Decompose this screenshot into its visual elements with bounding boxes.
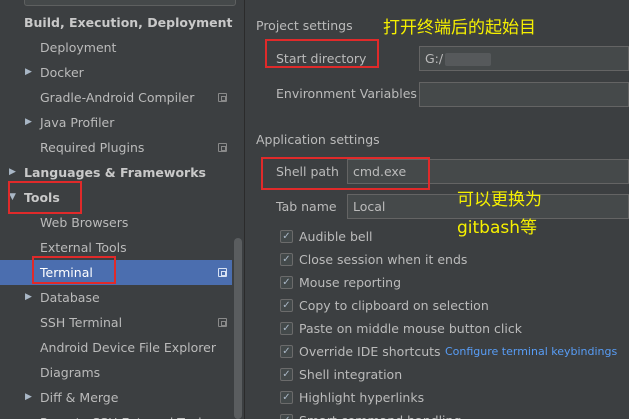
option-label: Copy to clipboard on selection	[299, 298, 489, 313]
panel-divider[interactable]	[244, 0, 245, 419]
checkbox[interactable]: ✓	[280, 230, 293, 243]
sidebar-item[interactable]: ▶ Database	[0, 285, 236, 310]
sidebar-item-label: SSH Terminal	[40, 315, 123, 330]
option-label: Close session when it ends	[299, 252, 468, 267]
annotation-box-start-directory	[265, 39, 379, 68]
sidebar-item-label: Diff & Merge	[40, 390, 119, 405]
annotation-shell-note-line1: 可以更换为	[457, 190, 542, 210]
sidebar-item[interactable]: SSH Terminal	[0, 310, 236, 335]
sidebar-item-label: Android Device File Explorer	[40, 340, 216, 355]
start-directory-value: G:/	[425, 51, 444, 66]
sidebar-item[interactable]: Gradle-Android Compiler	[0, 85, 236, 110]
project-level-icon	[218, 268, 227, 277]
sidebar-item[interactable]: Android Device File Explorer	[0, 335, 236, 360]
annotation-start-dir-note: 打开终端后的起始目	[383, 18, 536, 38]
option-label: Paste on middle mouse button click	[299, 321, 522, 336]
sidebar-item-label: Deployment	[40, 40, 117, 55]
sidebar-item[interactable]: Required Plugins	[0, 135, 236, 160]
annotation-box-shell-path	[261, 157, 430, 190]
sidebar-item-label: Docker	[40, 65, 84, 80]
sidebar-item[interactable]: Build, Execution, Deployment	[0, 10, 236, 35]
option-label: Smart command handling	[299, 411, 461, 419]
sidebar-item[interactable]: Deployment	[0, 35, 236, 60]
checkbox[interactable]: ✓	[280, 299, 293, 312]
expand-arrow-right-icon[interactable]: ▶	[25, 60, 32, 85]
sidebar-search-box[interactable]	[24, 0, 236, 6]
start-directory-field[interactable]: G:/	[419, 46, 629, 71]
option-label: Shell integration	[299, 367, 403, 382]
configure-keybindings-link[interactable]: Configure terminal keybindings	[445, 345, 617, 358]
annotation-shell-note-line2: gitbash等	[457, 218, 538, 238]
sidebar-item[interactable]: Remote SSH External Tools	[0, 410, 236, 419]
option-label: Mouse reporting	[299, 275, 402, 290]
sidebar-item-label: Build, Execution, Deployment	[24, 15, 233, 30]
redacted-path-block	[445, 53, 492, 66]
env-vars-field[interactable]	[419, 82, 629, 107]
sidebar-item-label: Gradle-Android Compiler	[40, 90, 195, 105]
expand-arrow-right-icon[interactable]: ▶	[25, 110, 32, 135]
expand-arrow-right-icon[interactable]: ▶	[25, 385, 32, 410]
checkbox[interactable]: ✓	[280, 253, 293, 266]
application-settings-title: Application settings	[256, 132, 380, 147]
annotation-box-tools	[8, 181, 82, 214]
checkbox[interactable]: ✓	[280, 322, 293, 335]
tab-name-label: Tab name	[276, 199, 337, 214]
sidebar-item[interactable]: ▶ Java Profiler	[0, 110, 236, 135]
env-vars-label: Environment Variables	[276, 86, 417, 101]
sidebar-item-label: Database	[40, 290, 100, 305]
sidebar-item-label: Required Plugins	[40, 140, 145, 155]
sidebar-item-label: Diagrams	[40, 365, 101, 380]
tab-name-value: Local	[353, 199, 386, 214]
option-label: Highlight hyperlinks	[299, 390, 425, 405]
sidebar-item[interactable]: ▶ Diff & Merge	[0, 385, 236, 410]
checkbox[interactable]: ✓	[280, 345, 293, 358]
sidebar-item-label: Java Profiler	[40, 115, 115, 130]
project-level-icon	[218, 318, 227, 327]
sidebar-item[interactable]: Diagrams	[0, 360, 236, 385]
project-level-icon	[218, 143, 227, 152]
annotation-box-terminal	[32, 256, 116, 284]
sidebar-item-label: Remote SSH External Tools	[40, 410, 208, 419]
project-level-icon	[218, 93, 227, 102]
project-settings-title: Project settings	[256, 18, 353, 33]
checkbox[interactable]: ✓	[280, 276, 293, 289]
sidebar-item[interactable]: ▶ Docker	[0, 60, 236, 85]
checkbox[interactable]: ✓	[280, 414, 293, 419]
expand-arrow-right-icon[interactable]: ▶	[25, 285, 32, 310]
checkbox[interactable]: ✓	[280, 391, 293, 404]
option-label: Audible bell	[299, 229, 373, 244]
sidebar-scrollbar-thumb[interactable]	[234, 238, 242, 419]
checkbox[interactable]: ✓	[280, 368, 293, 381]
option-label: Override IDE shortcuts	[299, 344, 441, 359]
